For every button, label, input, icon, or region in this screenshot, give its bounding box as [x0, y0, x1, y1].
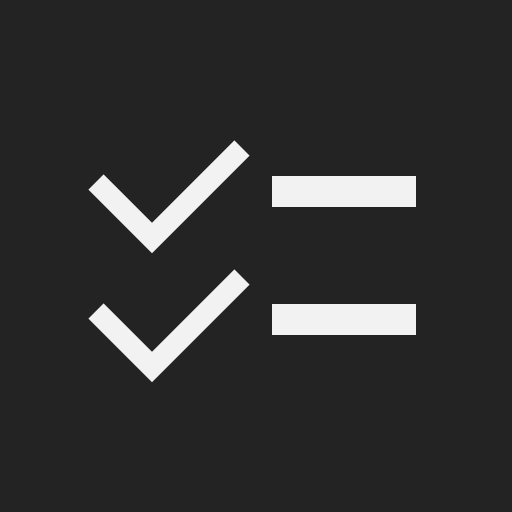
checkmark-icon: [88, 140, 250, 254]
checkmark-icon: [88, 269, 250, 383]
list-line: [272, 176, 416, 207]
checklist-graphic: [88, 140, 416, 383]
checklist-row: [88, 269, 416, 383]
checklist-icon: [0, 0, 512, 512]
checklist-row: [88, 140, 416, 254]
list-line: [272, 304, 416, 335]
